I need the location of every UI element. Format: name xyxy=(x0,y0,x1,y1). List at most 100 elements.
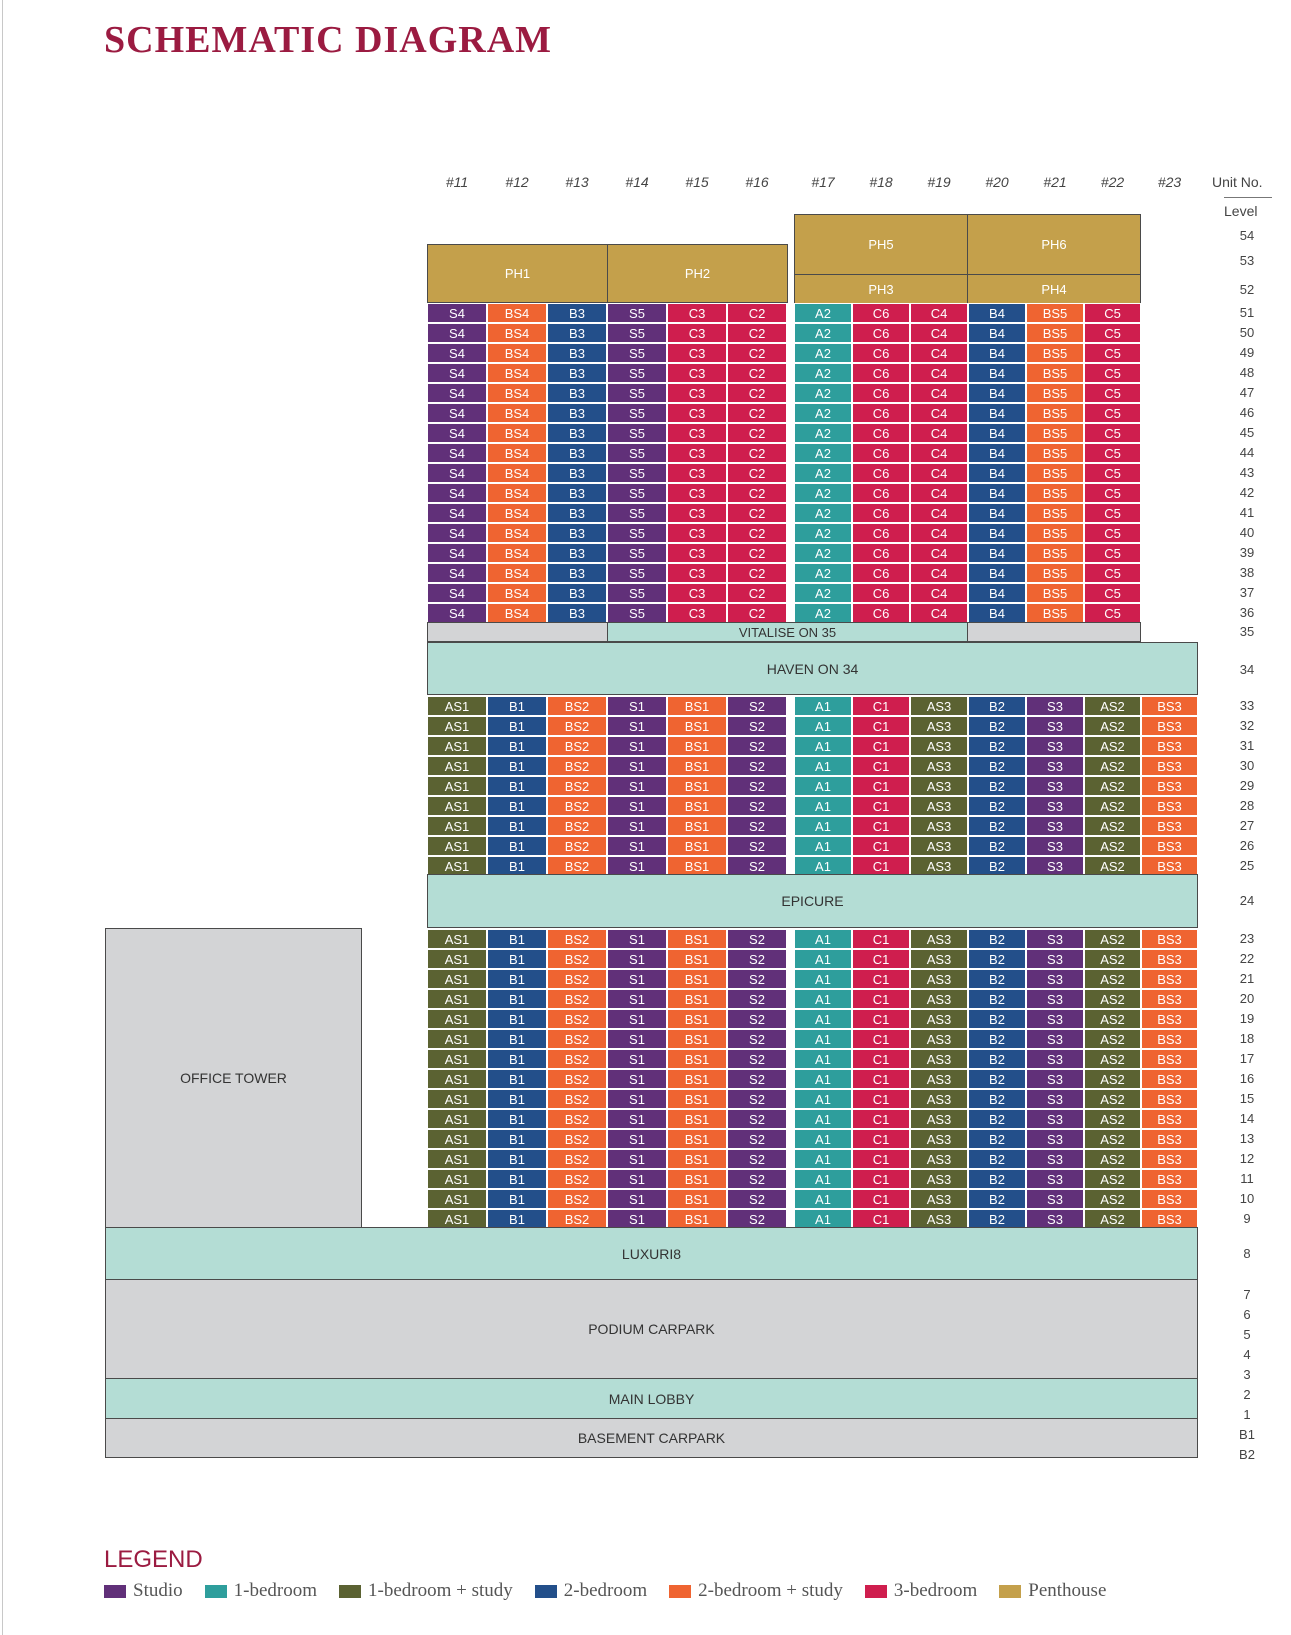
unit-cell[interactable]: C6 xyxy=(852,603,910,623)
unit-cell[interactable]: S3 xyxy=(1026,1049,1084,1069)
unit-cell[interactable]: C4 xyxy=(910,603,968,623)
unit-cell[interactable]: C5 xyxy=(1084,463,1141,483)
unit-cell[interactable]: A2 xyxy=(794,423,852,443)
unit-cell[interactable]: A1 xyxy=(794,716,852,736)
unit-cell[interactable]: AS2 xyxy=(1084,1169,1141,1189)
unit-cell[interactable]: BS4 xyxy=(487,363,547,383)
unit-cell[interactable]: B3 xyxy=(547,463,607,483)
unit-cell[interactable]: C1 xyxy=(852,969,910,989)
unit-cell[interactable]: BS3 xyxy=(1141,1209,1198,1229)
unit-cell[interactable]: C1 xyxy=(852,696,910,716)
unit-cell[interactable]: S5 xyxy=(607,423,667,443)
unit-cell[interactable]: C3 xyxy=(667,463,727,483)
unit-cell[interactable]: S5 xyxy=(607,463,667,483)
unit-cell[interactable]: B1 xyxy=(487,989,547,1009)
unit-cell[interactable]: S5 xyxy=(607,443,667,463)
unit-cell[interactable]: C4 xyxy=(910,383,968,403)
unit-cell[interactable]: S2 xyxy=(727,989,787,1009)
unit-cell[interactable]: S2 xyxy=(727,1169,787,1189)
unit-cell[interactable]: B3 xyxy=(547,583,607,603)
unit-cell[interactable]: AS2 xyxy=(1084,776,1141,796)
unit-cell[interactable]: C2 xyxy=(727,323,787,343)
unit-cell[interactable]: BS2 xyxy=(547,836,607,856)
unit-cell[interactable]: BS2 xyxy=(547,1129,607,1149)
unit-cell[interactable]: AS3 xyxy=(910,1129,968,1149)
unit-cell[interactable]: BS2 xyxy=(547,1149,607,1169)
unit-cell[interactable]: BS3 xyxy=(1141,856,1198,876)
unit-cell[interactable]: B2 xyxy=(968,1189,1026,1209)
unit-cell[interactable]: C4 xyxy=(910,363,968,383)
unit-cell[interactable]: B2 xyxy=(968,776,1026,796)
unit-cell[interactable]: AS1 xyxy=(427,736,487,756)
unit-cell[interactable]: S4 xyxy=(427,383,487,403)
unit-cell[interactable]: BS5 xyxy=(1026,523,1084,543)
unit-cell[interactable]: S2 xyxy=(727,756,787,776)
unit-cell[interactable]: AS3 xyxy=(910,1029,968,1049)
unit-cell[interactable]: BS4 xyxy=(487,503,547,523)
unit-cell[interactable]: AS2 xyxy=(1084,989,1141,1009)
unit-cell[interactable]: C1 xyxy=(852,716,910,736)
unit-cell[interactable]: S1 xyxy=(607,1049,667,1069)
unit-cell[interactable]: B2 xyxy=(968,836,1026,856)
unit-cell[interactable]: AS1 xyxy=(427,1169,487,1189)
unit-cell[interactable]: C6 xyxy=(852,343,910,363)
unit-cell[interactable]: S2 xyxy=(727,696,787,716)
unit-cell[interactable]: B3 xyxy=(547,343,607,363)
unit-cell[interactable]: BS1 xyxy=(667,816,727,836)
unit-cell[interactable]: S1 xyxy=(607,696,667,716)
unit-cell[interactable]: AS1 xyxy=(427,1129,487,1149)
unit-cell[interactable]: S3 xyxy=(1026,716,1084,736)
unit-cell[interactable]: C6 xyxy=(852,463,910,483)
unit-cell[interactable]: B2 xyxy=(968,1089,1026,1109)
unit-cell[interactable]: BS5 xyxy=(1026,343,1084,363)
unit-cell[interactable]: C1 xyxy=(852,1189,910,1209)
unit-cell[interactable]: BS2 xyxy=(547,776,607,796)
unit-cell[interactable]: BS3 xyxy=(1141,716,1198,736)
unit-cell[interactable]: S1 xyxy=(607,1189,667,1209)
unit-cell[interactable]: S1 xyxy=(607,836,667,856)
unit-cell[interactable]: C5 xyxy=(1084,603,1141,623)
unit-cell[interactable]: BS5 xyxy=(1026,463,1084,483)
unit-cell[interactable]: B4 xyxy=(968,303,1026,323)
unit-cell[interactable]: AS1 xyxy=(427,836,487,856)
unit-cell[interactable]: AS1 xyxy=(427,816,487,836)
unit-cell[interactable]: C2 xyxy=(727,483,787,503)
unit-cell[interactable]: A1 xyxy=(794,1089,852,1109)
unit-cell[interactable]: S5 xyxy=(607,343,667,363)
unit-cell[interactable]: BS1 xyxy=(667,856,727,876)
unit-cell[interactable]: S2 xyxy=(727,1189,787,1209)
unit-cell[interactable]: BS3 xyxy=(1141,1189,1198,1209)
unit-cell[interactable]: BS3 xyxy=(1141,756,1198,776)
unit-cell[interactable]: B4 xyxy=(968,403,1026,423)
unit-cell[interactable]: B2 xyxy=(968,1069,1026,1089)
unit-cell[interactable]: BS4 xyxy=(487,543,547,563)
unit-cell[interactable]: B1 xyxy=(487,836,547,856)
unit-cell[interactable]: C2 xyxy=(727,543,787,563)
unit-cell[interactable]: A1 xyxy=(794,1209,852,1229)
unit-cell[interactable]: C3 xyxy=(667,583,727,603)
unit-cell[interactable]: AS3 xyxy=(910,1209,968,1229)
unit-cell[interactable]: AS3 xyxy=(910,1149,968,1169)
unit-cell[interactable]: C1 xyxy=(852,949,910,969)
unit-cell[interactable]: C5 xyxy=(1084,503,1141,523)
unit-cell[interactable]: AS3 xyxy=(910,969,968,989)
unit-cell[interactable]: B2 xyxy=(968,1169,1026,1189)
unit-cell[interactable]: C4 xyxy=(910,303,968,323)
unit-cell[interactable]: B1 xyxy=(487,796,547,816)
unit-cell[interactable]: BS1 xyxy=(667,696,727,716)
unit-cell[interactable]: S1 xyxy=(607,796,667,816)
unit-cell[interactable]: B2 xyxy=(968,856,1026,876)
unit-cell[interactable]: BS3 xyxy=(1141,696,1198,716)
unit-cell[interactable]: C6 xyxy=(852,403,910,423)
unit-cell[interactable]: S2 xyxy=(727,1089,787,1109)
unit-cell[interactable]: B3 xyxy=(547,543,607,563)
unit-cell[interactable]: A1 xyxy=(794,856,852,876)
unit-cell[interactable]: A1 xyxy=(794,736,852,756)
unit-cell[interactable]: AS2 xyxy=(1084,949,1141,969)
unit-cell[interactable]: BS3 xyxy=(1141,836,1198,856)
unit-cell[interactable]: A2 xyxy=(794,303,852,323)
unit-cell[interactable]: A2 xyxy=(794,603,852,623)
unit-cell[interactable]: S2 xyxy=(727,816,787,836)
unit-cell[interactable]: AS1 xyxy=(427,856,487,876)
unit-cell[interactable]: BS1 xyxy=(667,929,727,949)
